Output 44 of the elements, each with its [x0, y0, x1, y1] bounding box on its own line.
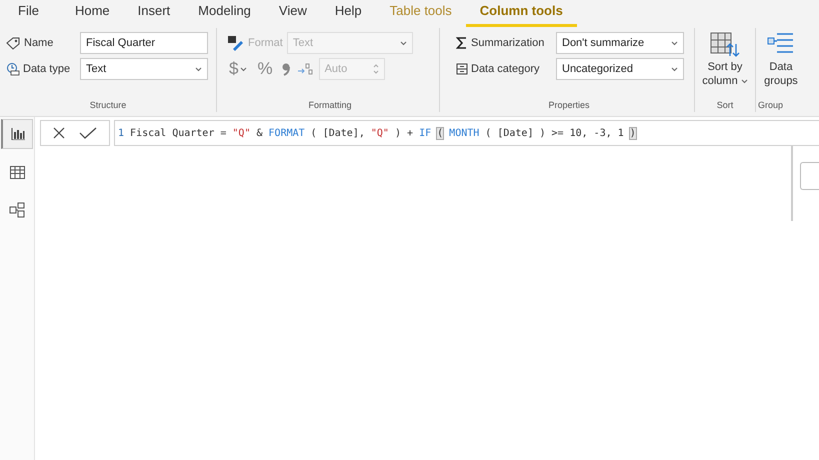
- check-icon[interactable]: [79, 127, 97, 139]
- ribbon-tab[interactable]: Modeling: [184, 0, 265, 27]
- ribbon-tab[interactable]: Help: [320, 0, 376, 27]
- caret-icon: [240, 66, 248, 72]
- caret-icon: [740, 78, 748, 84]
- ribbon-tab[interactable]: Home: [60, 0, 124, 27]
- data-type-label: Data type: [23, 63, 70, 75]
- tag-icon: [6, 36, 21, 50]
- sort-by-column-button[interactable]: Sort by column: [696, 30, 754, 100]
- decimal-icon: [296, 62, 313, 76]
- data-category-dropdown[interactable]: Uncategorized: [556, 58, 684, 80]
- data-type-icon: [6, 62, 20, 76]
- group-label: Formatting: [307, 100, 352, 112]
- spinner-icon: [372, 63, 379, 75]
- caret-icon: [400, 40, 407, 46]
- bar-chart-icon: [10, 128, 24, 140]
- ribbon-tab[interactable]: Insert: [124, 0, 184, 27]
- model-icon: [9, 202, 25, 218]
- data-category-label: Data category: [471, 63, 540, 75]
- table-icon: [10, 166, 24, 178]
- category-icon: [456, 63, 468, 75]
- group-label: Properties: [547, 100, 591, 112]
- group-label: Group: [757, 100, 784, 112]
- comma-icon: [280, 62, 291, 76]
- format-icon: [227, 35, 245, 51]
- group-label: Structure: [88, 100, 128, 112]
- summarization-dropdown[interactable]: Don't summarize: [556, 32, 684, 54]
- data-type-dropdown[interactable]: Text: [80, 58, 208, 80]
- view-button[interactable]: [1, 119, 33, 149]
- name-label: Name: [24, 37, 54, 49]
- sort-icon: [710, 32, 740, 58]
- group-label: Sort: [716, 100, 734, 112]
- close-icon[interactable]: [53, 127, 65, 139]
- summarization-label: Summarization: [471, 37, 544, 49]
- caret-icon: [671, 66, 678, 72]
- caret-icon: [195, 66, 202, 72]
- sigma-icon: [456, 37, 468, 49]
- format-label: Format: [248, 37, 283, 49]
- formula-field[interactable]: 1 Fiscal Quarter = "Q" & FORMAT ( [Date], "Q" ) + IF ( MONTH ( [Date] ) >= 10, -3, 1 ): [114, 120, 819, 146]
- ribbon-tab[interactable]: View: [264, 0, 321, 27]
- name-field[interactable]: Fiscal Quarter: [80, 32, 208, 54]
- caret-icon: [671, 40, 678, 46]
- ribbon-tab[interactable]: File: [4, 0, 61, 27]
- data-groups-button[interactable]: Data groups: [760, 30, 802, 100]
